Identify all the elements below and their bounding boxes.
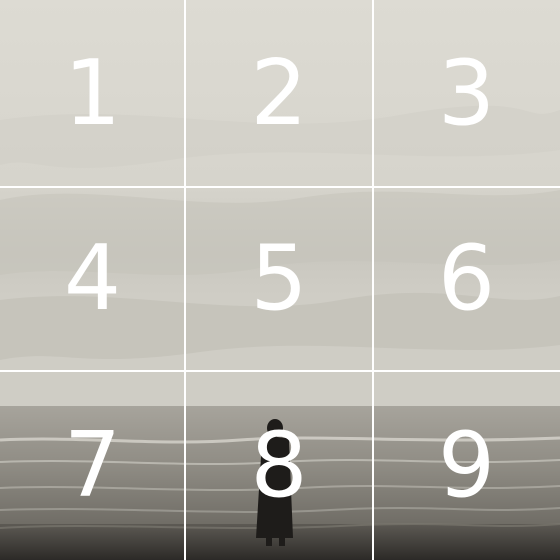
tile-number: 9 [437,412,496,518]
tile-number: 6 [437,226,496,331]
tile-7[interactable]: 7 [0,371,185,560]
tile-number: 1 [63,40,122,146]
tile-5[interactable]: 5 [185,187,373,371]
tile-number: 4 [63,226,122,331]
tile-number: 3 [437,40,496,146]
tile-grid: 1 2 3 4 5 6 7 8 9 [0,0,560,560]
tile-number: 5 [250,226,308,331]
tile-number: 2 [250,40,308,146]
tile-1[interactable]: 1 [0,0,185,187]
tile-8[interactable]: 8 [185,371,373,560]
tile-number: 7 [63,412,122,518]
tile-9[interactable]: 9 [373,371,560,560]
tile-2[interactable]: 2 [185,0,373,187]
tile-3[interactable]: 3 [373,0,560,187]
tile-4[interactable]: 4 [0,187,185,371]
tile-6[interactable]: 6 [373,187,560,371]
captcha-image-grid: 1 2 3 4 5 6 7 8 9 [0,0,560,560]
tile-number: 8 [250,412,308,518]
